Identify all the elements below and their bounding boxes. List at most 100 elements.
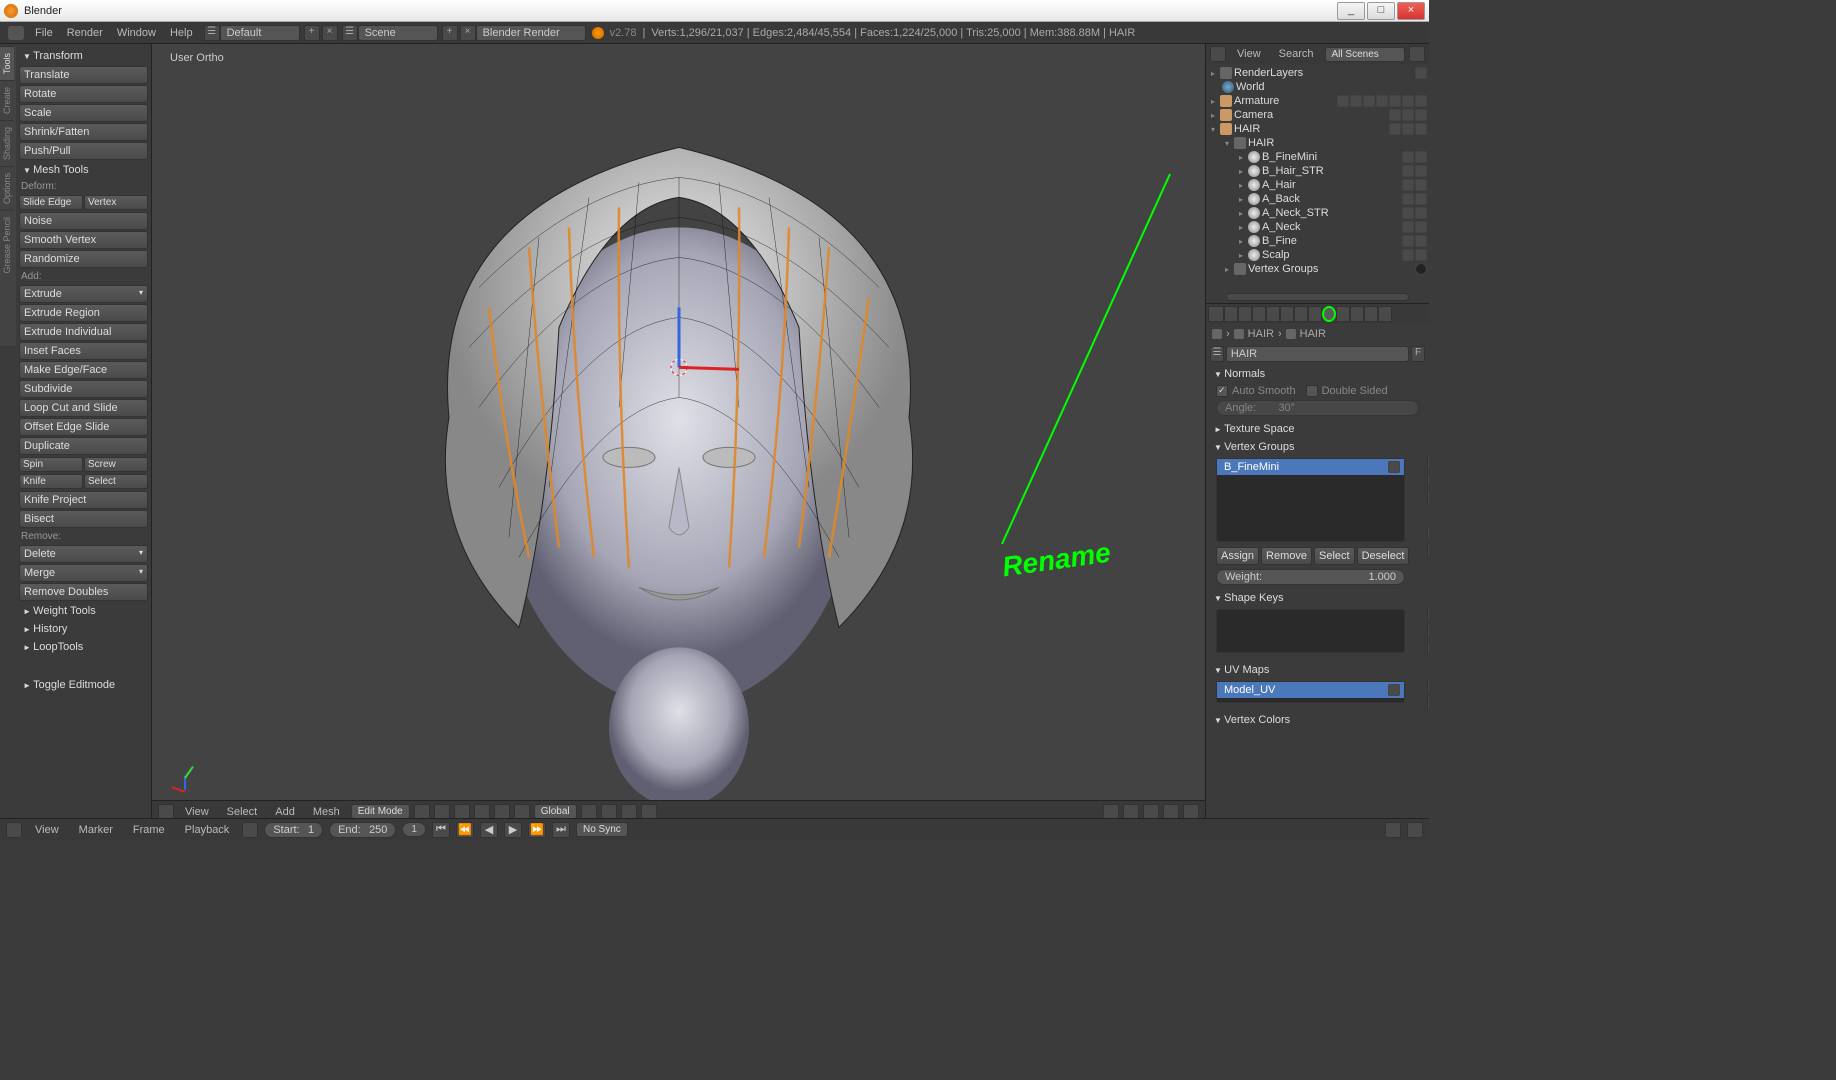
tab-material[interactable]: [1336, 306, 1350, 322]
panel-history[interactable]: History: [19, 620, 148, 638]
tree-item-hair[interactable]: ▾ HAIR: [1208, 122, 1427, 136]
merge-button[interactable]: Merge: [19, 564, 148, 582]
outliner-editor-icon[interactable]: [1210, 46, 1226, 62]
vg-lock-icon[interactable]: [1388, 461, 1400, 473]
assign-button[interactable]: Assign: [1216, 547, 1259, 565]
uv-map-list[interactable]: Model_UV: [1216, 681, 1405, 703]
meshdata-browse-button[interactable]: ☰: [1210, 346, 1224, 362]
extrude-region-button[interactable]: Extrude Region: [19, 304, 148, 322]
pin-icon[interactable]: [1212, 329, 1222, 339]
remove-doubles-button[interactable]: Remove Doubles: [19, 583, 148, 601]
outliner-menu-view[interactable]: View: [1230, 48, 1268, 60]
auto-keyframe-icon[interactable]: [242, 822, 258, 838]
deselect-button[interactable]: Deselect: [1357, 547, 1410, 565]
panel-uv-maps[interactable]: UV Maps: [1210, 662, 1425, 678]
scene-add-button[interactable]: +: [442, 25, 458, 41]
jump-end-button[interactable]: ⏭: [552, 822, 570, 838]
tab-create[interactable]: Create: [0, 80, 14, 120]
uv-map-item[interactable]: Model_UV: [1217, 682, 1404, 698]
sk-add-button[interactable]: +: [1427, 606, 1429, 622]
smooth-vertex-button[interactable]: Smooth Vertex: [19, 231, 148, 249]
keying-set-icon[interactable]: [1385, 822, 1401, 838]
spin-button[interactable]: Spin: [19, 457, 83, 472]
vg-moveup-button[interactable]: ▲: [1427, 525, 1429, 541]
slide-vertex-button[interactable]: Vertex: [84, 195, 148, 210]
auto-smooth-checkbox[interactable]: [1216, 385, 1228, 397]
tab-options[interactable]: Options: [0, 166, 14, 210]
tree-item-material[interactable]: ▸B_Fine: [1208, 234, 1427, 248]
vg-add-button[interactable]: +: [1427, 455, 1429, 471]
menu-file[interactable]: File: [28, 27, 60, 39]
tree-item-vertex-groups[interactable]: ▸ Vertex Groups: [1208, 262, 1427, 276]
uv-add-button[interactable]: +: [1427, 678, 1429, 694]
panel-texture-space[interactable]: Texture Space: [1210, 421, 1425, 437]
tree-item-material[interactable]: ▸B_Hair_STR: [1208, 164, 1427, 178]
uv-camera-icon[interactable]: [1388, 684, 1400, 696]
select-button[interactable]: Select: [1314, 547, 1355, 565]
tree-item-material[interactable]: ▸A_Hair: [1208, 178, 1427, 192]
translate-button[interactable]: Translate: [19, 66, 148, 84]
tree-item-armature[interactable]: ▸ Armature: [1208, 94, 1427, 108]
make-edge-face-button[interactable]: Make Edge/Face: [19, 361, 148, 379]
loop-cut-button[interactable]: Loop Cut and Slide: [19, 399, 148, 417]
panel-meshtools-header[interactable]: Mesh Tools: [19, 161, 148, 179]
tree-item-material[interactable]: ▸A_Back: [1208, 192, 1427, 206]
rotate-button[interactable]: Rotate: [19, 85, 148, 103]
timeline-menu-marker[interactable]: Marker: [72, 824, 120, 836]
properties-editor-icon[interactable]: [1208, 306, 1224, 322]
bc-mesh[interactable]: HAIR: [1300, 328, 1326, 340]
outliner-menu-search[interactable]: Search: [1272, 48, 1321, 60]
key-next-button[interactable]: ⏩: [528, 822, 546, 838]
outliner-filter-dropdown[interactable]: All Scenes: [1325, 47, 1405, 62]
tab-modifiers[interactable]: [1308, 306, 1322, 322]
tab-particles[interactable]: [1364, 306, 1378, 322]
scene-name-field[interactable]: Scene: [358, 25, 438, 41]
knife-select-button[interactable]: Select: [84, 474, 148, 489]
panel-normals[interactable]: Normals: [1210, 366, 1425, 382]
window-maximize-button[interactable]: □: [1367, 2, 1395, 20]
window-minimize-button[interactable]: _: [1337, 2, 1365, 20]
menu-window[interactable]: Window: [110, 27, 163, 39]
timeline-menu-view[interactable]: View: [28, 824, 66, 836]
timeline-editor-icon[interactable]: [6, 822, 22, 838]
tree-item-camera[interactable]: ▸ Camera: [1208, 108, 1427, 122]
vg-remove-button[interactable]: −: [1427, 472, 1429, 488]
panel-weight-tools[interactable]: Weight Tools: [19, 602, 148, 620]
double-sided-checkbox[interactable]: [1306, 385, 1318, 397]
window-close-button[interactable]: ×: [1397, 2, 1425, 20]
tab-shading-uvs[interactable]: Shading: [0, 120, 14, 166]
tree-item-renderlayers[interactable]: ▸ RenderLayers: [1208, 66, 1427, 80]
vp-menu-view[interactable]: View: [178, 806, 216, 818]
tab-grease-pencil[interactable]: Grease Pencil: [0, 210, 14, 280]
vertex-group-list[interactable]: B_FineMini: [1216, 458, 1405, 542]
tree-item-material[interactable]: ▸B_FineMini: [1208, 150, 1427, 164]
outliner-scrollbar[interactable]: [1226, 293, 1409, 301]
shrink-fatten-button[interactable]: Shrink/Fatten: [19, 123, 148, 141]
layout-browse-button[interactable]: ☰: [204, 25, 220, 41]
fake-user-button[interactable]: F: [1411, 346, 1425, 362]
tab-render-layers[interactable]: [1238, 306, 1252, 322]
vp-menu-select[interactable]: Select: [220, 806, 265, 818]
bisect-button[interactable]: Bisect: [19, 510, 148, 528]
tree-item-material[interactable]: ▸A_Neck: [1208, 220, 1427, 234]
panel-toggle-editmode[interactable]: Toggle Editmode: [19, 676, 148, 694]
tree-item-material[interactable]: ▸A_Neck_STR: [1208, 206, 1427, 220]
panel-vertex-groups[interactable]: Vertex Groups: [1210, 439, 1425, 455]
vp-menu-add[interactable]: Add: [268, 806, 302, 818]
info-editor-icon[interactable]: [8, 26, 24, 40]
timeline-menu-frame[interactable]: Frame: [126, 824, 172, 836]
weight-value[interactable]: 1.000: [1368, 571, 1396, 583]
uv-remove-button[interactable]: −: [1427, 695, 1429, 711]
start-frame-field[interactable]: Start: 1: [264, 822, 323, 838]
layout-name-field[interactable]: Default: [220, 25, 300, 41]
tab-object-data[interactable]: [1322, 306, 1336, 322]
knife-project-button[interactable]: Knife Project: [19, 491, 148, 509]
scale-button[interactable]: Scale: [19, 104, 148, 122]
slide-edge-button[interactable]: Slide Edge: [19, 195, 83, 210]
sync-dropdown[interactable]: No Sync: [576, 822, 628, 837]
sk-specials-button[interactable]: ▾: [1427, 640, 1429, 656]
tab-tools[interactable]: Tools: [0, 46, 14, 80]
delete-button[interactable]: Delete: [19, 545, 148, 563]
tab-render[interactable]: [1224, 306, 1238, 322]
panel-transform-header[interactable]: Transform: [19, 47, 148, 65]
